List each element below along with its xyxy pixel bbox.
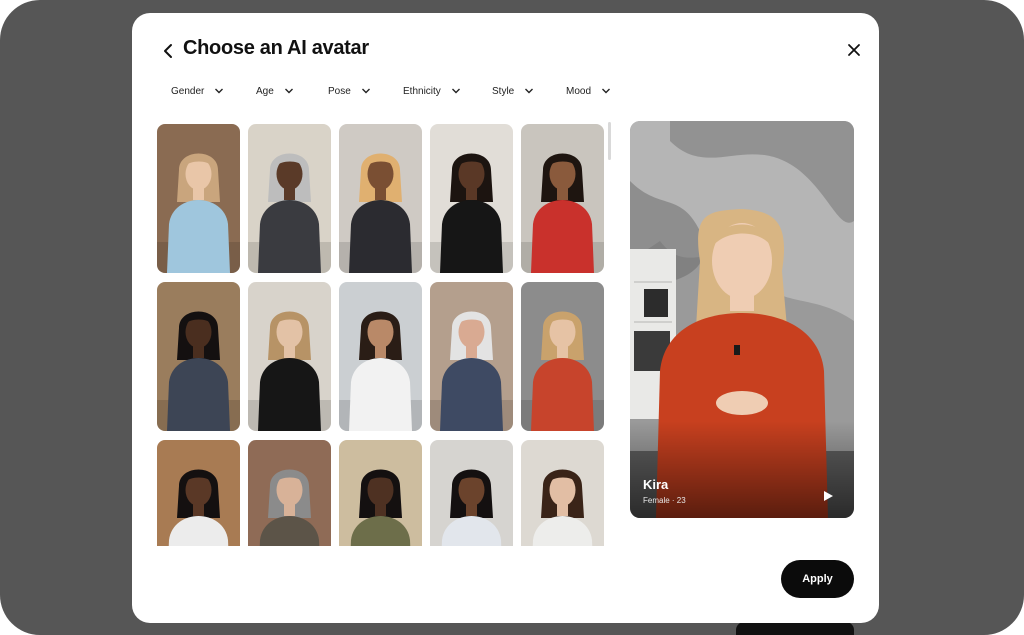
avatar-name: Kira [643,477,669,492]
avatar-picker-modal: Choose an AI avatar Gender Age Pose Ethn… [132,13,879,623]
apply-button[interactable]: Apply [781,560,854,598]
avatar-tile[interactable] [339,124,422,273]
filter-ethnicity[interactable]: Ethnicity [403,82,461,100]
avatar-thumbnail [157,440,240,546]
avatar-tile[interactable] [339,282,422,431]
filter-label: Pose [328,85,351,97]
play-icon [824,491,833,501]
avatar-grid [157,124,605,546]
close-button[interactable] [844,40,864,60]
chevron-down-icon [284,88,293,94]
close-icon [848,44,860,56]
chevron-down-icon [602,88,611,94]
avatar-tile[interactable] [521,282,604,431]
avatar-thumbnail [248,282,331,431]
avatar-tile[interactable] [521,124,604,273]
chevron-down-icon [361,88,370,94]
filter-age[interactable]: Age [256,82,294,100]
avatar-thumbnail [157,124,240,273]
avatar-preview: Kira Female · 23 [630,121,854,518]
avatar-thumbnail [339,440,422,546]
avatar-tile[interactable] [430,282,513,431]
filter-pose[interactable]: Pose [328,82,371,100]
avatar-tile[interactable] [248,124,331,273]
avatar-tile[interactable] [339,440,422,546]
avatar-tile[interactable] [157,440,240,546]
avatar-preview-image [630,121,854,518]
avatar-meta: Female · 23 [643,496,686,505]
chevron-down-icon [215,88,224,94]
grid-scrollbar[interactable] [608,122,611,160]
avatar-thumbnail [521,124,604,273]
avatar-thumbnail [157,282,240,431]
filter-label: Mood [566,85,592,97]
chevron-left-icon [164,44,172,58]
filter-gender[interactable]: Gender [171,82,224,100]
filter-label: Style [492,85,515,97]
avatar-tile[interactable] [248,282,331,431]
avatar-thumbnail [521,282,604,431]
avatar-thumbnail [430,282,513,431]
filter-mood[interactable]: Mood [566,82,611,100]
avatar-thumbnail [248,440,331,546]
play-button[interactable] [817,485,839,507]
avatar-thumbnail [339,282,422,431]
chevron-down-icon [451,88,460,94]
filter-style[interactable]: Style [492,82,534,100]
filter-label: Gender [171,85,205,97]
page-title: Choose an AI avatar [183,37,369,59]
back-button[interactable] [158,39,178,63]
avatar-thumbnail [248,124,331,273]
avatar-thumbnail [430,440,513,546]
avatar-tile[interactable] [430,440,513,546]
avatar-tile[interactable] [521,440,604,546]
avatar-thumbnail [339,124,422,273]
device-edge [736,622,854,635]
avatar-thumbnail [430,124,513,273]
chevron-down-icon [525,88,534,94]
avatar-tile[interactable] [157,124,240,273]
avatar-tile[interactable] [157,282,240,431]
avatar-tile[interactable] [430,124,513,273]
filter-label: Age [256,85,274,97]
avatar-tile[interactable] [248,440,331,546]
filter-label: Ethnicity [403,85,441,97]
avatar-thumbnail [521,440,604,546]
